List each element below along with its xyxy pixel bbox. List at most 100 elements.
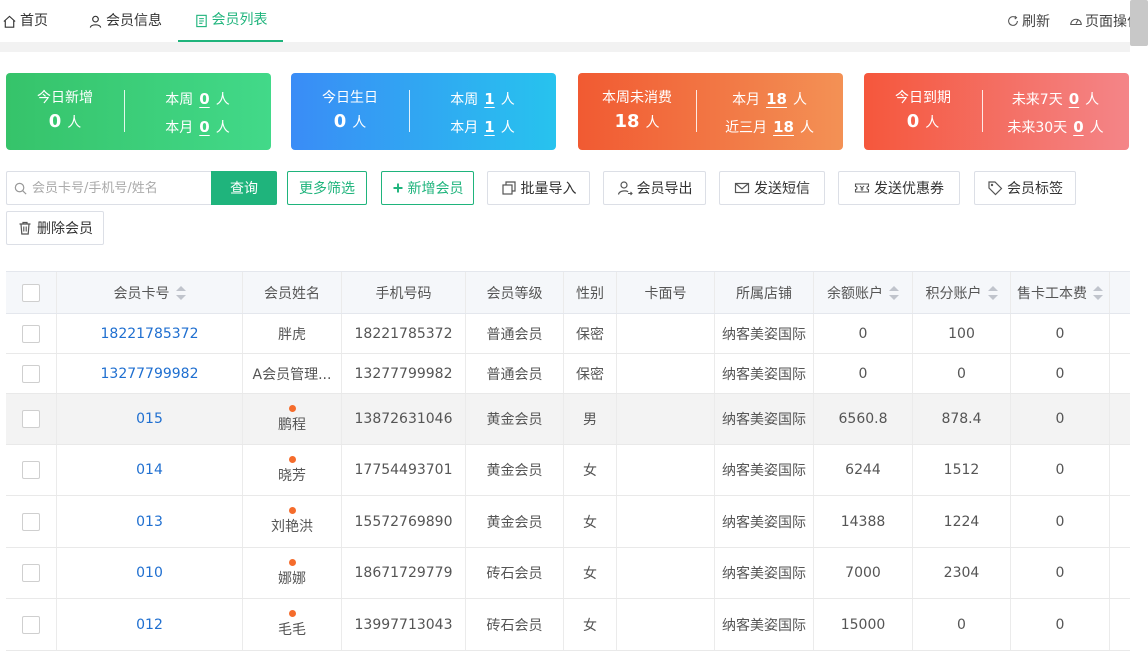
stat-card-birthday-today[interactable]: 今日生日 0人 本周 1 人 本月 1 人 [291, 73, 556, 150]
card-row2-unit: 人 [215, 120, 230, 136]
query-button[interactable]: 查询 [211, 171, 277, 205]
send-coupon-button[interactable]: 发送优惠券 [838, 171, 960, 205]
cell-balance-text: 15000 [840, 616, 886, 633]
row-checkbox[interactable] [22, 461, 40, 479]
cell-points: 878.4 [913, 394, 1011, 444]
stat-card-expire-today[interactable]: 今日到期 0人 未来7天 0 人 未来30天 0 人 [864, 73, 1129, 150]
tab-member-list[interactable]: 会员列表 [178, 0, 283, 42]
card-row1-unit: 人 [500, 92, 515, 108]
cell-card-no-text[interactable]: 010 [136, 565, 163, 581]
cell-gender-text: 保密 [576, 326, 604, 343]
row-checkbox[interactable] [22, 564, 40, 582]
row-checkbox[interactable] [22, 410, 40, 428]
card-row2-value[interactable]: 18 [773, 118, 794, 136]
cell-balance: 0 [814, 314, 913, 353]
send-sms-button[interactable]: 发送短信 [719, 171, 825, 205]
sort-icon[interactable] [889, 285, 899, 300]
more-filter-button[interactable]: 更多筛选 [287, 171, 367, 205]
batch-import-button[interactable]: 批量导入 [487, 171, 590, 205]
header-card-no[interactable]: 会员卡号 [57, 272, 243, 313]
header-fee-label: 售卡工本费 [1017, 285, 1087, 302]
row-select-cell [6, 445, 57, 495]
envelope-icon [734, 182, 750, 194]
search-input[interactable] [32, 180, 207, 196]
cell-card-no[interactable]: 010 [57, 548, 243, 598]
cell-card-no-text[interactable]: 18221785372 [101, 326, 199, 342]
cell-card-no[interactable]: 014 [57, 445, 243, 495]
card-row1-value[interactable]: 0 [1069, 90, 1079, 108]
cell-card-no[interactable]: 012 [57, 599, 243, 650]
cell-card-no-text[interactable]: 015 [136, 411, 163, 427]
cell-face-no [617, 548, 715, 598]
row-checkbox[interactable] [22, 512, 40, 531]
card-row1-label: 本周 [450, 92, 479, 108]
card-row1-value[interactable]: 18 [766, 90, 787, 108]
table-row[interactable]: 015 鹏程 13872631046 黄金会员 男 纳客美姿国际 6560.8 878.4 0 [6, 394, 1130, 445]
tag-icon [988, 181, 1003, 196]
cell-store-text: 纳客美姿国际 [722, 412, 806, 428]
card-row1-value[interactable]: 1 [484, 90, 494, 108]
cell-card-no-text[interactable]: 014 [136, 462, 163, 478]
stat-card-new-today[interactable]: 今日新增 0人 本周 0 人 本月 0 人 [6, 73, 271, 150]
cell-level-text: 黄金会员 [486, 463, 543, 479]
cell-card-no[interactable]: 18221785372 [57, 314, 243, 353]
card-row1-unit: 人 [792, 92, 807, 108]
cell-card-no[interactable]: 015 [57, 394, 243, 444]
table-row[interactable]: 014 晓芳 17754493701 黄金会员 女 纳客美姿国际 6244 1512 0 [6, 445, 1130, 496]
add-member-button[interactable]: 新增会员 [381, 171, 474, 205]
table-row[interactable]: 012 毛毛 13997713043 砖石会员 女 纳客美姿国际 15000 0 0 [6, 599, 1130, 651]
cell-card-no-text[interactable]: 13277799982 [101, 366, 199, 382]
select-all-checkbox[interactable] [22, 283, 40, 302]
member-tags-button[interactable]: 会员标签 [974, 171, 1076, 205]
cell-card-no-text[interactable]: 013 [136, 514, 163, 530]
top-tab-bar: 首页 会员信息 会员列表 刷新 页面操作 [0, 0, 1148, 46]
cell-card-no[interactable]: 013 [57, 496, 243, 547]
card-row2-value[interactable]: 1 [484, 118, 494, 136]
table-row[interactable]: 13277799982 A会员管理... 13277799982 普通会员 保密 纳客美姿… [6, 354, 1130, 394]
cell-fee: 0 [1011, 394, 1110, 444]
user-export-icon [617, 181, 633, 196]
cell-store: 纳客美姿国际 [715, 599, 814, 650]
header-balance[interactable]: 余额账户 [814, 272, 913, 313]
sort-icon[interactable] [175, 285, 186, 300]
card-row2-value[interactable]: 0 [1073, 118, 1083, 136]
delete-member-button[interactable]: 删除会员 [6, 211, 104, 245]
card-row2-label: 本月 [450, 120, 479, 136]
cell-name: 胖虎 [243, 314, 342, 353]
header-points[interactable]: 积分账户 [913, 272, 1011, 313]
row-checkbox[interactable] [22, 364, 40, 383]
sort-icon[interactable] [1093, 285, 1103, 300]
cell-balance: 6560.8 [814, 394, 913, 444]
member-table: 会员卡号 会员姓名 手机号码 会员等级 性别 卡面号 所属店铺 余额账户 积分账… [6, 271, 1130, 651]
table-row[interactable]: 18221785372 胖虎 18221785372 普通会员 保密 纳客美姿国际 0 100… [6, 314, 1130, 354]
cell-gender: 女 [564, 496, 617, 547]
sort-icon[interactable] [987, 285, 998, 300]
status-dot-icon [288, 507, 296, 514]
cell-level-text: 砖石会员 [486, 566, 543, 582]
row-checkbox[interactable] [22, 324, 40, 343]
cell-card-no-text[interactable]: 012 [136, 617, 163, 633]
cell-fee: 0 [1011, 496, 1110, 547]
scroll-handle[interactable] [1130, 0, 1148, 46]
row-checkbox[interactable] [22, 615, 40, 634]
export-button[interactable]: 会员导出 [603, 171, 706, 205]
refresh-button[interactable]: 刷新 [1006, 0, 1050, 42]
search-box [6, 171, 211, 205]
table-row[interactable]: 013 刘艳洪 15572769890 黄金会员 女 纳客美姿国际 14388 1224 0 [6, 496, 1130, 548]
header-face-no-label: 卡面号 [644, 285, 687, 302]
table-row[interactable]: 010 娜娜 18671729779 砖石会员 女 纳客美姿国际 7000 2304 0 [6, 548, 1130, 599]
cell-store-text: 纳客美姿国际 [722, 366, 806, 383]
card-unit: 人 [925, 115, 940, 131]
card-unit: 人 [352, 115, 367, 131]
cell-card-no[interactable]: 13277799982 [57, 354, 243, 393]
tab-member-info[interactable]: 会员信息 [88, 0, 162, 42]
card-row2-value[interactable]: 0 [199, 118, 209, 136]
header-fee[interactable]: 售卡工本费 [1011, 272, 1110, 313]
stat-card-no-spend-week[interactable]: 本周未消费 18 人 本月 18 人 近三月 18 人 [578, 73, 843, 150]
card-row1-value[interactable]: 0 [199, 90, 209, 108]
tab-home[interactable]: 首页 [2, 0, 48, 42]
cell-phone: 18671729779 [342, 548, 466, 598]
cell-level: 普通会员 [466, 314, 564, 353]
cell-gender: 男 [564, 394, 617, 444]
cell-phone: 13872631046 [342, 394, 466, 444]
